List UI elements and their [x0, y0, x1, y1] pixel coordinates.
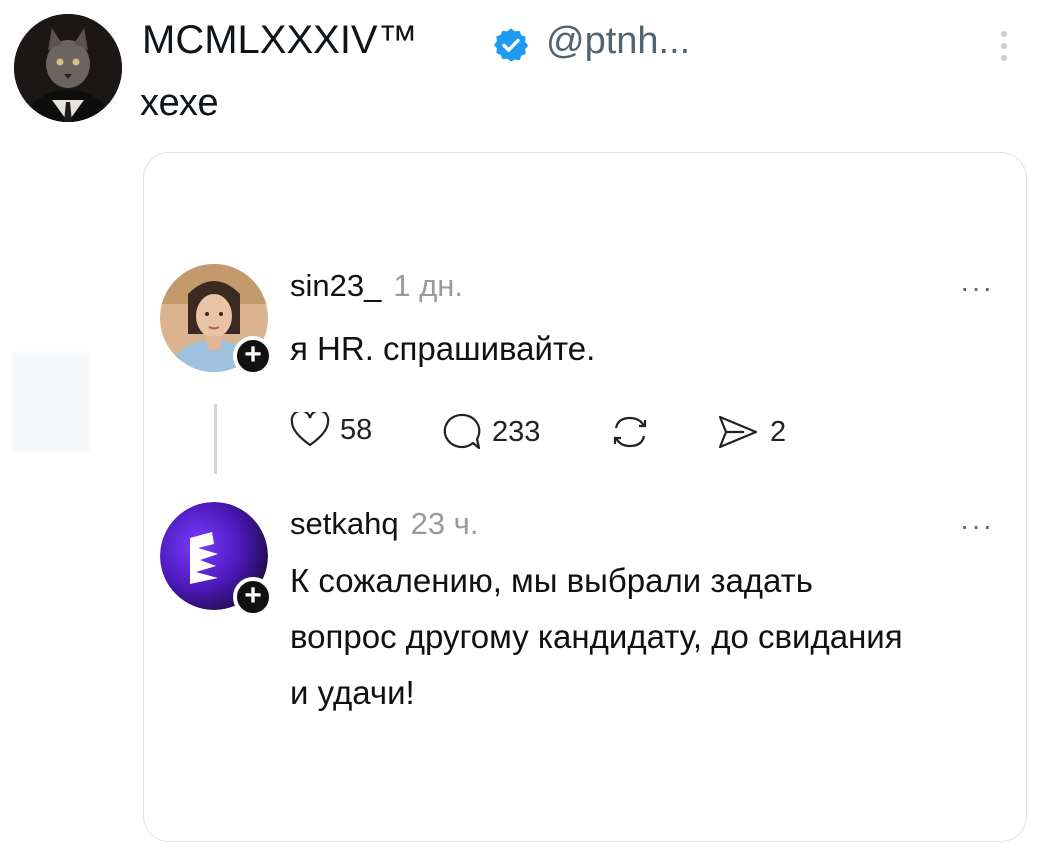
comment-header: sin23_ 1 дн. [290, 268, 463, 304]
comment-time: 1 дн. [393, 268, 464, 303]
send-icon [718, 415, 758, 449]
comment-text: я HR. спрашивайте. [290, 330, 596, 367]
comment-more-icon[interactable]: ··· [960, 272, 994, 304]
comment-header: setkahq 23 ч. [290, 506, 478, 542]
comment-text-line: и удачи! [290, 674, 415, 711]
author-handle[interactable]: @ptnh... [546, 20, 690, 63]
share-action[interactable]: 2 [716, 412, 786, 452]
comment-username[interactable]: setkahq [290, 506, 399, 542]
follow-plus-button[interactable]: + [233, 577, 273, 617]
like-count: 58 [340, 413, 373, 446]
thread-connector-line [214, 404, 217, 474]
author-avatar[interactable] [14, 14, 122, 122]
repost-action[interactable] [608, 412, 652, 452]
comment-username[interactable]: sin23_ [290, 268, 381, 304]
reply-count: 233 [492, 415, 541, 448]
comment-more-icon[interactable]: ··· [960, 510, 994, 542]
heart-icon [290, 412, 330, 447]
like-action[interactable]: 58 [290, 412, 372, 448]
background-artifact [12, 352, 90, 452]
share-count: 2 [770, 415, 787, 448]
repost-icon [613, 416, 647, 448]
comment-text-line: К сожалению, мы выбрали задать [290, 562, 813, 599]
more-vertical-icon[interactable] [994, 26, 1014, 66]
speech-bubble-icon [443, 413, 481, 450]
reply-action[interactable]: 233 [440, 412, 540, 452]
follow-plus-button[interactable]: + [233, 336, 273, 376]
comment-time: 23 ч. [410, 506, 479, 541]
verified-badge-icon [493, 28, 529, 62]
embedded-image-card[interactable] [143, 152, 1027, 842]
author-name[interactable]: MCMLXXXIV™ [142, 18, 418, 63]
cat-in-suit-image [14, 14, 122, 122]
comment-text-line: вопрос другому кандидату, до свидания [290, 618, 903, 655]
tweet-text: хехе [140, 82, 219, 124]
